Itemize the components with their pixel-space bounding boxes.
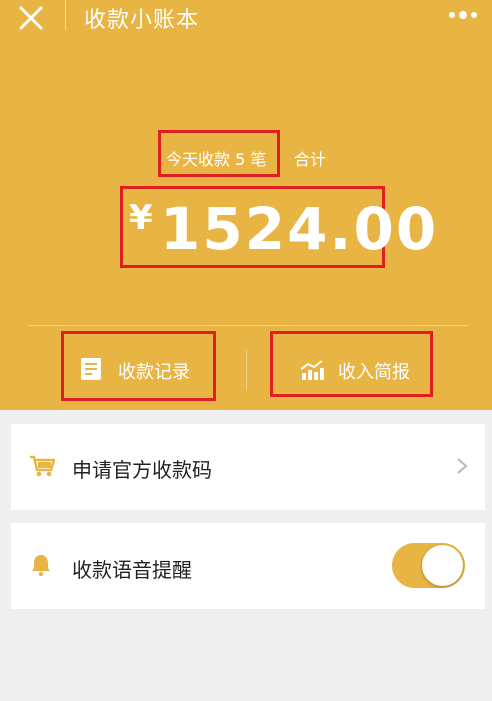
today-count: 今天收款 5 笔 bbox=[166, 150, 267, 169]
actions-divider bbox=[246, 350, 247, 390]
cart-icon bbox=[30, 455, 55, 477]
summary-divider bbox=[28, 325, 469, 326]
more-icon[interactable] bbox=[446, 8, 480, 22]
toggle-knob[interactable] bbox=[422, 545, 463, 586]
chevron-right-icon bbox=[457, 458, 468, 474]
page-title: 收款小账本 bbox=[84, 8, 200, 33]
records-label: 收款记录 bbox=[118, 362, 190, 383]
total-amount: 1524.00 bbox=[160, 195, 439, 263]
voice-alert-label: 收款语音提醒 bbox=[72, 558, 192, 582]
report-label: 收入简报 bbox=[338, 362, 410, 383]
chart-icon bbox=[300, 360, 324, 380]
close-icon[interactable] bbox=[17, 6, 45, 30]
top-bar: 收款小账本 bbox=[0, 0, 492, 34]
bell-icon bbox=[32, 555, 50, 577]
document-icon bbox=[81, 358, 101, 380]
total-label: 合计 bbox=[294, 150, 327, 169]
currency-symbol: ¥ bbox=[129, 198, 153, 238]
apply-qr-label: 申请官方收款码 bbox=[72, 458, 212, 482]
topbar-divider bbox=[65, 0, 66, 30]
